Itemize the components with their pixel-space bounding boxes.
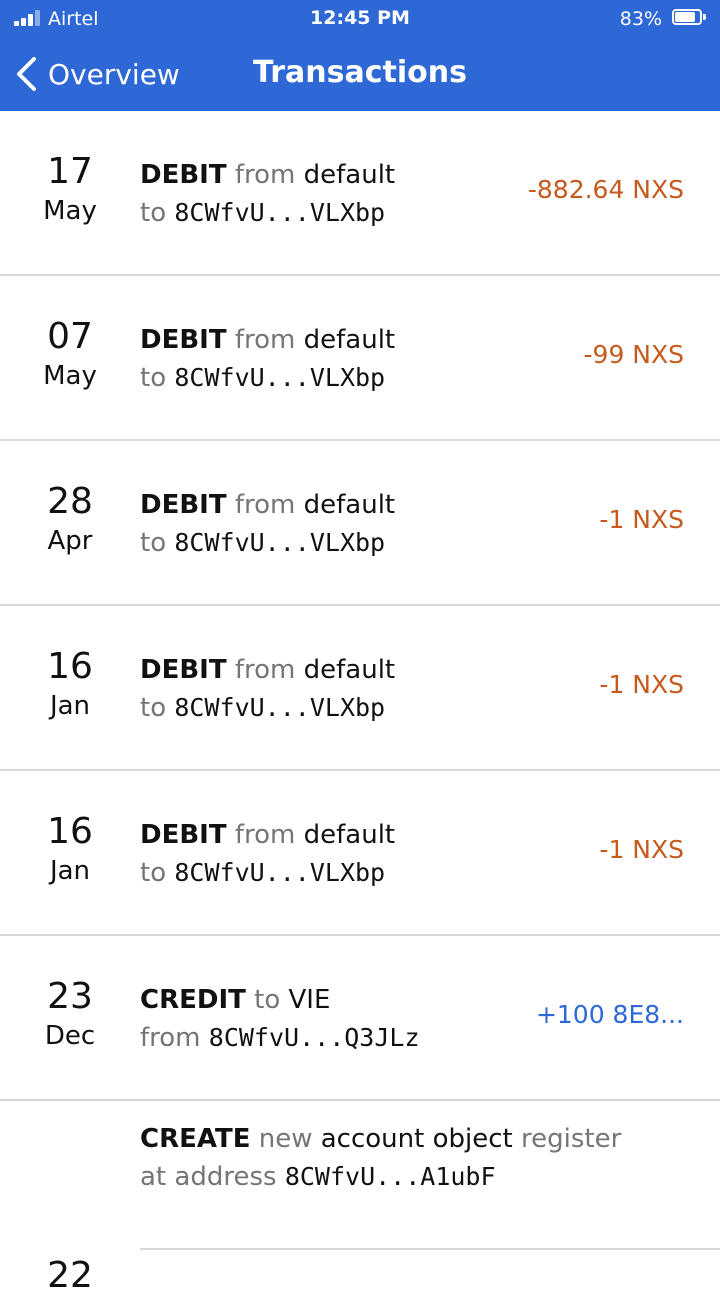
transaction-row[interactable]: 28 Apr DEBIT from default to 8CWfvU...VL…	[0, 441, 720, 606]
desc-connector: to	[140, 528, 167, 558]
operation-type: DEBIT	[140, 325, 227, 355]
account-name: default	[303, 655, 396, 685]
clock: 12:45 PM	[310, 7, 410, 29]
transaction-amount: -1 NXS	[599, 670, 684, 699]
desc-connector: from	[234, 325, 296, 355]
page-title: Transactions	[253, 55, 467, 90]
date-day: 22	[47, 1255, 93, 1296]
operation-type: CREDIT	[140, 985, 246, 1015]
date-day: 07	[47, 316, 93, 357]
navigation-bar: Overview Transactions	[0, 38, 720, 111]
date-month: Jan	[49, 691, 91, 721]
date-day: 16	[47, 811, 93, 852]
transaction-row[interactable]: 16 Jan DEBIT from default to 8CWfvU...VL…	[0, 606, 720, 771]
account-name: default	[303, 490, 396, 520]
desc-connector: from	[140, 1023, 201, 1053]
address: 8CWfvU...VLXbp	[174, 198, 386, 227]
transaction-description: DEBIT from default to 8CWfvU...VLXbp	[140, 650, 520, 726]
address: 8CWfvU...VLXbp	[174, 693, 386, 722]
date-day: 28	[47, 481, 93, 522]
date-day: 23	[47, 976, 93, 1017]
transaction-amount: -882.64 NXS	[527, 175, 684, 204]
transaction-row[interactable]: 07 May DEBIT from default to 8CWfvU...VL…	[0, 276, 720, 441]
desc-connector: at address	[140, 1162, 277, 1192]
transaction-amount: -1 NXS	[599, 835, 684, 864]
desc-connector: from	[234, 820, 296, 850]
transaction-date: 17 May	[0, 151, 140, 229]
desc-connector: to	[140, 198, 167, 228]
transaction-date: 16 Jan	[0, 646, 140, 724]
operation-type: DEBIT	[140, 820, 227, 850]
address: 8CWfvU...Q3JLz	[208, 1023, 420, 1052]
address: 8CWfvU...A1ubF	[284, 1162, 496, 1191]
transaction-date: 23 Dec	[0, 976, 140, 1054]
operation-type: DEBIT	[140, 160, 227, 190]
divider	[140, 1248, 720, 1250]
account-name: default	[303, 160, 396, 190]
transaction-description: DEBIT from default to 8CWfvU...VLXbp	[140, 485, 520, 561]
date-day: 17	[47, 151, 93, 192]
object-type: account object	[320, 1124, 513, 1154]
transaction-description: CREATE new account object register at ad…	[140, 1119, 621, 1195]
transaction-row[interactable]: CREATE new account object register at ad…	[0, 1101, 720, 1301]
transaction-description: DEBIT from default to 8CWfvU...VLXbp	[140, 320, 520, 396]
transaction-description: CREDIT to VIE from 8CWfvU...Q3JLz	[140, 980, 520, 1056]
transaction-description: DEBIT from default to 8CWfvU...VLXbp	[140, 155, 520, 231]
transaction-date: 28 Apr	[0, 481, 140, 559]
desc-connector: to	[254, 985, 281, 1015]
transaction-row[interactable]: 16 Jan DEBIT from default to 8CWfvU...VL…	[0, 771, 720, 936]
transaction-amount: -99 NXS	[583, 340, 684, 369]
battery-percentage: 83%	[619, 8, 662, 30]
address: 8CWfvU...VLXbp	[174, 858, 386, 887]
transaction-row[interactable]: 23 Dec CREDIT to VIE from 8CWfvU...Q3JLz…	[0, 936, 720, 1101]
battery-icon	[672, 9, 708, 27]
transaction-row[interactable]: 17 May DEBIT from default to 8CWfvU...VL…	[0, 111, 720, 276]
date-month: Apr	[47, 526, 93, 556]
date-month: May	[43, 361, 97, 391]
desc-connector: to	[140, 858, 167, 888]
desc-connector: from	[234, 490, 296, 520]
account-name: default	[303, 325, 396, 355]
desc-connector: to	[140, 693, 167, 723]
transaction-amount: +100 8E8...	[535, 1000, 684, 1029]
operation-type: CREATE	[140, 1124, 251, 1154]
account-name: VIE	[288, 985, 331, 1015]
transaction-list: 17 May DEBIT from default to 8CWfvU...VL…	[0, 111, 720, 1301]
address: 8CWfvU...VLXbp	[174, 528, 386, 557]
desc-connector: new	[258, 1124, 313, 1154]
operation-type: DEBIT	[140, 490, 227, 520]
date-month: May	[43, 196, 97, 226]
address: 8CWfvU...VLXbp	[174, 363, 386, 392]
date-month: Jan	[49, 856, 91, 886]
account-name: default	[303, 820, 396, 850]
transaction-description: DEBIT from default to 8CWfvU...VLXbp	[140, 815, 520, 891]
status-bar: Airtel 12:45 PM 83%	[0, 0, 720, 38]
desc-connector: from	[234, 655, 296, 685]
date-month: Dec	[44, 1021, 96, 1051]
desc-connector: register	[520, 1124, 622, 1154]
desc-connector: from	[234, 160, 296, 190]
transaction-amount: -1 NXS	[599, 505, 684, 534]
operation-type: DEBIT	[140, 655, 227, 685]
transaction-date: 16 Jan	[0, 811, 140, 889]
date-day: 16	[47, 646, 93, 687]
desc-connector: to	[140, 363, 167, 393]
transaction-date: 07 May	[0, 316, 140, 394]
